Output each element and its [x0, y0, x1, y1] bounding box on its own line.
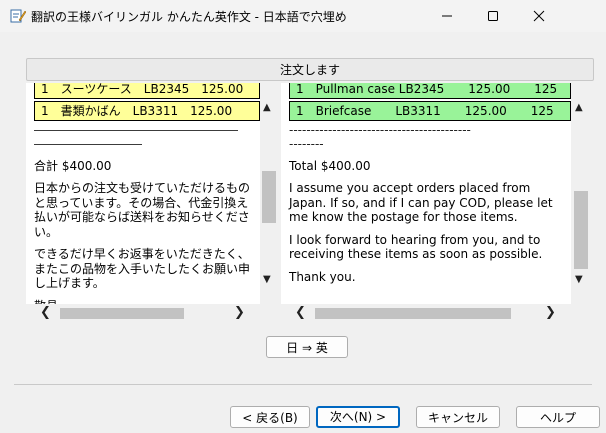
divider-line: ----------------------------------------… [289, 123, 471, 137]
right-horizontal-scrollbar[interactable]: ❮ ❯ [281, 304, 590, 322]
scroll-thumb[interactable] [315, 308, 511, 319]
maximize-icon [488, 11, 498, 21]
total-line: 合計 $400.00 [34, 159, 112, 173]
divider-line: -------- [289, 137, 324, 151]
letter-header-label: 注文します [279, 63, 340, 77]
next-button[interactable]: 次へ(N) > [316, 406, 400, 428]
left-horizontal-scrollbar[interactable]: ❮ ❯ [26, 304, 278, 322]
minimize-icon [442, 15, 452, 17]
scroll-up-icon[interactable]: ▲ [575, 102, 583, 113]
back-button[interactable]: < 戻る(B) [230, 406, 310, 428]
paragraph: できるだけ早くお返事をいただきたく、またこの品物を入手いたしたくお願い申し上げま… [34, 247, 251, 290]
scroll-thumb[interactable] [574, 191, 588, 269]
left-vertical-scrollbar[interactable]: ▲ ▼ [260, 83, 278, 304]
paragraph: 日本からの注文も受けていただけるものと思っています。その場合、代金引換え払いが可… [34, 181, 251, 239]
minimize-button[interactable] [424, 0, 470, 32]
scroll-left-icon[interactable]: ❮ [40, 305, 51, 320]
scroll-right-icon[interactable]: ❯ [234, 305, 245, 320]
order-row[interactable]: 1 Pullman case LB2345 125.00 125 [289, 83, 571, 99]
english-text-pane[interactable]: 1 Pullman case LB2345 125.00 125 1 Brief… [281, 83, 571, 304]
right-vertical-scrollbar[interactable]: ▲ ▼ [572, 83, 590, 304]
divider [14, 384, 592, 385]
app-pencil-icon [10, 9, 26, 23]
close-button[interactable] [516, 0, 562, 32]
translate-jp-to-en-button[interactable]: 日 ⇒ 英 [266, 336, 348, 358]
window-title: 翻訳の王様バイリンガル かんたん英作文 - 日本語で穴埋め [31, 10, 347, 24]
scroll-thumb[interactable] [60, 308, 184, 319]
paragraph: I assume you accept orders placed from J… [289, 181, 553, 224]
total-line: Total $400.00 [289, 159, 371, 173]
order-row[interactable]: 1 スーツケース LB2345 125.00 [34, 83, 260, 99]
scroll-up-icon[interactable]: ▲ [263, 102, 271, 113]
letter-header: 注文します [26, 58, 594, 81]
close-icon [533, 10, 545, 22]
divider-line: ――――――――――――――――― [34, 123, 238, 137]
paragraph: I look forward to hearing from you, and … [289, 232, 543, 262]
paragraph: Thank you. [289, 269, 356, 284]
scroll-left-icon[interactable]: ❮ [295, 305, 306, 320]
cancel-button[interactable]: キャンセル [416, 406, 500, 428]
scroll-down-icon[interactable]: ▼ [575, 274, 583, 285]
scroll-thumb[interactable] [262, 171, 276, 223]
japanese-text-pane[interactable]: 1 スーツケース LB2345 125.00 1 書類かばん LB3311 12… [26, 83, 260, 304]
maximize-button[interactable] [470, 0, 516, 32]
divider-line: ――――――――― [34, 137, 142, 151]
scroll-down-icon[interactable]: ▼ [263, 274, 271, 285]
order-row[interactable]: 1 書類かばん LB3311 125.00 [34, 101, 260, 121]
order-row[interactable]: 1 Briefcase LB3311 125.00 125 [289, 101, 571, 121]
scroll-right-icon[interactable]: ❯ [545, 305, 556, 320]
title-bar: 翻訳の王様バイリンガル かんたん英作文 - 日本語で穴埋め [0, 0, 606, 32]
help-button[interactable]: ヘルプ [516, 406, 600, 428]
